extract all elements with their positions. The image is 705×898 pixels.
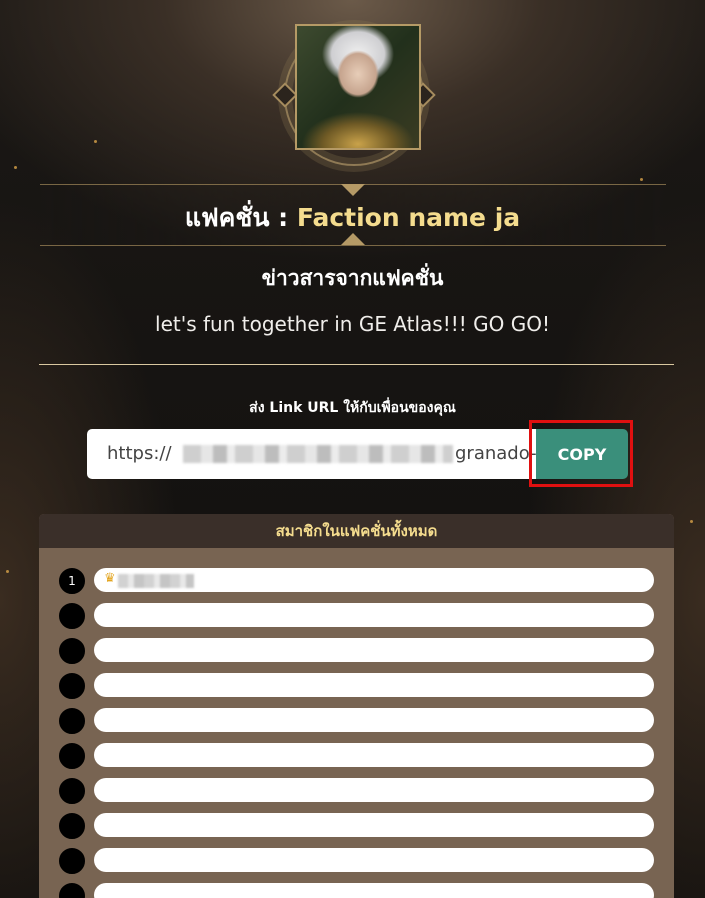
faction-label: แฟคชั่น : <box>184 203 289 232</box>
sparkle-decoration <box>6 570 9 573</box>
news-heading: ข่าวสารจากแฟคชั่น <box>261 266 444 290</box>
member-rank-badge <box>59 708 85 734</box>
sparkle-decoration <box>640 178 643 181</box>
members-panel: สมาชิกในแฟคชั่นทั้งหมด 1 ♛ <box>39 514 674 898</box>
member-row[interactable] <box>39 883 674 898</box>
member-name-bar <box>94 778 654 802</box>
member-name-bar: ♛ <box>94 568 654 592</box>
sparkle-decoration <box>690 520 693 523</box>
member-rank-badge: 1 <box>59 568 85 594</box>
faction-page: แฟคชั่น : Faction name ja ข่าวสารจากแฟคช… <box>0 0 705 898</box>
divider <box>39 364 674 365</box>
url-redacted <box>183 445 453 463</box>
share-link-label: ส่ง Link URL ให้กับเพื่อนของคุณ <box>249 400 456 416</box>
member-row[interactable] <box>39 708 674 734</box>
member-rank-badge <box>59 603 85 629</box>
member-rank-badge <box>59 848 85 874</box>
member-name-bar <box>94 883 654 898</box>
sparkle-decoration <box>14 166 17 169</box>
faction-name: Faction name ja <box>296 203 521 232</box>
member-name-bar <box>94 673 654 697</box>
member-name-redacted <box>118 574 194 588</box>
members-header: สมาชิกในแฟคชั่นทั้งหมด <box>39 514 674 548</box>
member-row[interactable] <box>39 673 674 699</box>
member-name-bar <box>94 743 654 767</box>
member-row[interactable] <box>39 813 674 839</box>
member-name-bar <box>94 848 654 872</box>
faction-title: แฟคชั่น : Faction name ja <box>0 198 705 238</box>
member-rank-badge <box>59 673 85 699</box>
invite-url-field[interactable]: https:// granado- <box>87 429 537 479</box>
member-row[interactable] <box>39 743 674 769</box>
member-name-bar <box>94 813 654 837</box>
copy-highlight-box <box>529 420 633 487</box>
member-row[interactable] <box>39 638 674 664</box>
member-row[interactable] <box>39 848 674 874</box>
url-prefix: https:// <box>107 443 172 464</box>
faction-avatar <box>295 24 421 150</box>
crown-icon: ♛ <box>104 571 116 586</box>
url-suffix: granado- <box>455 443 537 464</box>
news-text: let's fun together in GE Atlas!!! GO GO! <box>155 312 550 336</box>
member-rank-badge <box>59 778 85 804</box>
member-row[interactable]: 1 ♛ <box>39 568 674 594</box>
member-name-bar <box>94 638 654 662</box>
member-rank-badge <box>59 813 85 839</box>
member-name-bar <box>94 603 654 627</box>
member-row[interactable] <box>39 603 674 629</box>
member-rank-badge <box>59 743 85 769</box>
member-row[interactable] <box>39 778 674 804</box>
sparkle-decoration <box>94 140 97 143</box>
member-name-bar <box>94 708 654 732</box>
member-rank-badge <box>59 638 85 664</box>
member-rank-badge <box>59 883 85 898</box>
